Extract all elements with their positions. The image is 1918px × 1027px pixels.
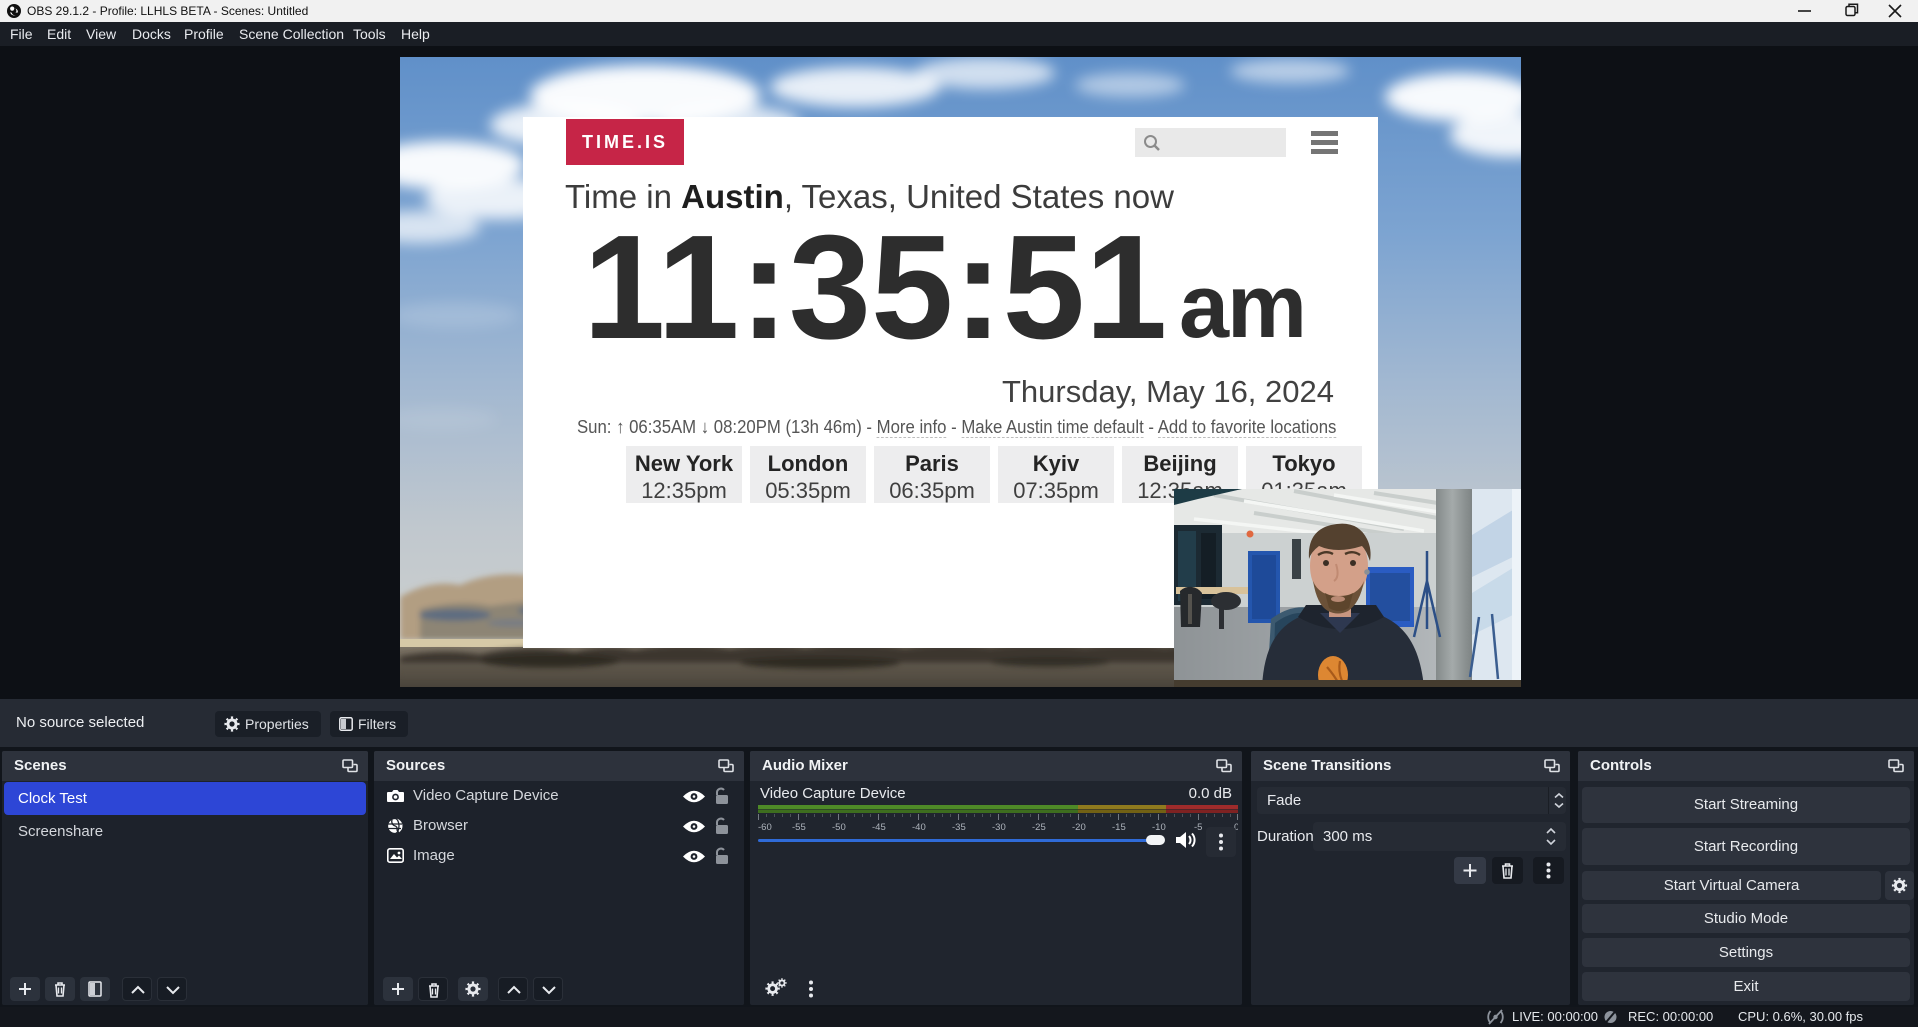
svg-text:-15: -15 [1112, 822, 1126, 831]
svg-text:-45: -45 [872, 822, 886, 831]
svg-text:-50: -50 [832, 822, 846, 831]
svg-text:-20: -20 [1072, 822, 1086, 831]
svg-text:-10: -10 [1152, 822, 1166, 831]
svg-text:-55: -55 [792, 822, 806, 831]
svg-text:-40: -40 [912, 822, 926, 831]
svg-text:-60: -60 [758, 822, 772, 831]
svg-text:-30: -30 [992, 822, 1006, 831]
svg-text:-25: -25 [1032, 822, 1046, 831]
svg-text:-35: -35 [952, 822, 966, 831]
